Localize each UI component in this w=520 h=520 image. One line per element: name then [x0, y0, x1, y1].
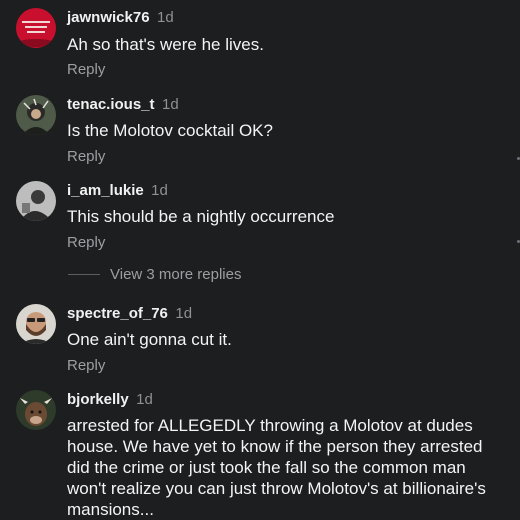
- timestamp: 1d: [151, 182, 168, 199]
- comment-text: Is the Molotov cocktail OK?: [67, 121, 273, 140]
- username[interactable]: spectre_of_76: [67, 305, 168, 322]
- avatar[interactable]: [16, 181, 56, 221]
- username[interactable]: tenac.ious_t: [67, 96, 155, 113]
- animal-photo-avatar-icon: [16, 390, 56, 430]
- bearded-man-avatar-icon: [16, 304, 56, 344]
- timestamp: 1d: [175, 305, 193, 322]
- reply-button[interactable]: Reply: [67, 234, 105, 251]
- comment-text: One ain't gonna cut it.: [67, 330, 232, 349]
- grayscale-photo-avatar-icon: [16, 181, 56, 221]
- avatar[interactable]: [16, 8, 56, 48]
- username[interactable]: jawnwick76: [67, 9, 150, 26]
- reply-button[interactable]: Reply: [67, 357, 105, 374]
- username[interactable]: i_am_lukie: [67, 182, 144, 199]
- red-hat-avatar-icon: [16, 8, 56, 48]
- timestamp: 1d: [157, 9, 174, 26]
- avatar[interactable]: [16, 304, 56, 344]
- divider: [68, 273, 100, 275]
- comment-text: arrested for ALLEGEDLY throwing a Moloto…: [67, 416, 486, 519]
- comment-text: Ah so that's were he lives.: [67, 35, 264, 54]
- photo-avatar-icon: [16, 95, 56, 135]
- username[interactable]: bjorkelly: [67, 391, 129, 408]
- timestamp: 1d: [161, 96, 179, 113]
- comment-text: This should be a nightly occurrence: [67, 207, 335, 226]
- avatar[interactable]: [16, 390, 56, 430]
- timestamp: 1d: [136, 391, 153, 408]
- view-more-replies-button[interactable]: View 3 more replies: [68, 264, 241, 284]
- avatar[interactable]: [16, 95, 56, 135]
- view-more-replies-label: View 3 more replies: [110, 265, 242, 283]
- reply-button[interactable]: Reply: [67, 61, 105, 78]
- reply-button[interactable]: Reply: [67, 148, 105, 165]
